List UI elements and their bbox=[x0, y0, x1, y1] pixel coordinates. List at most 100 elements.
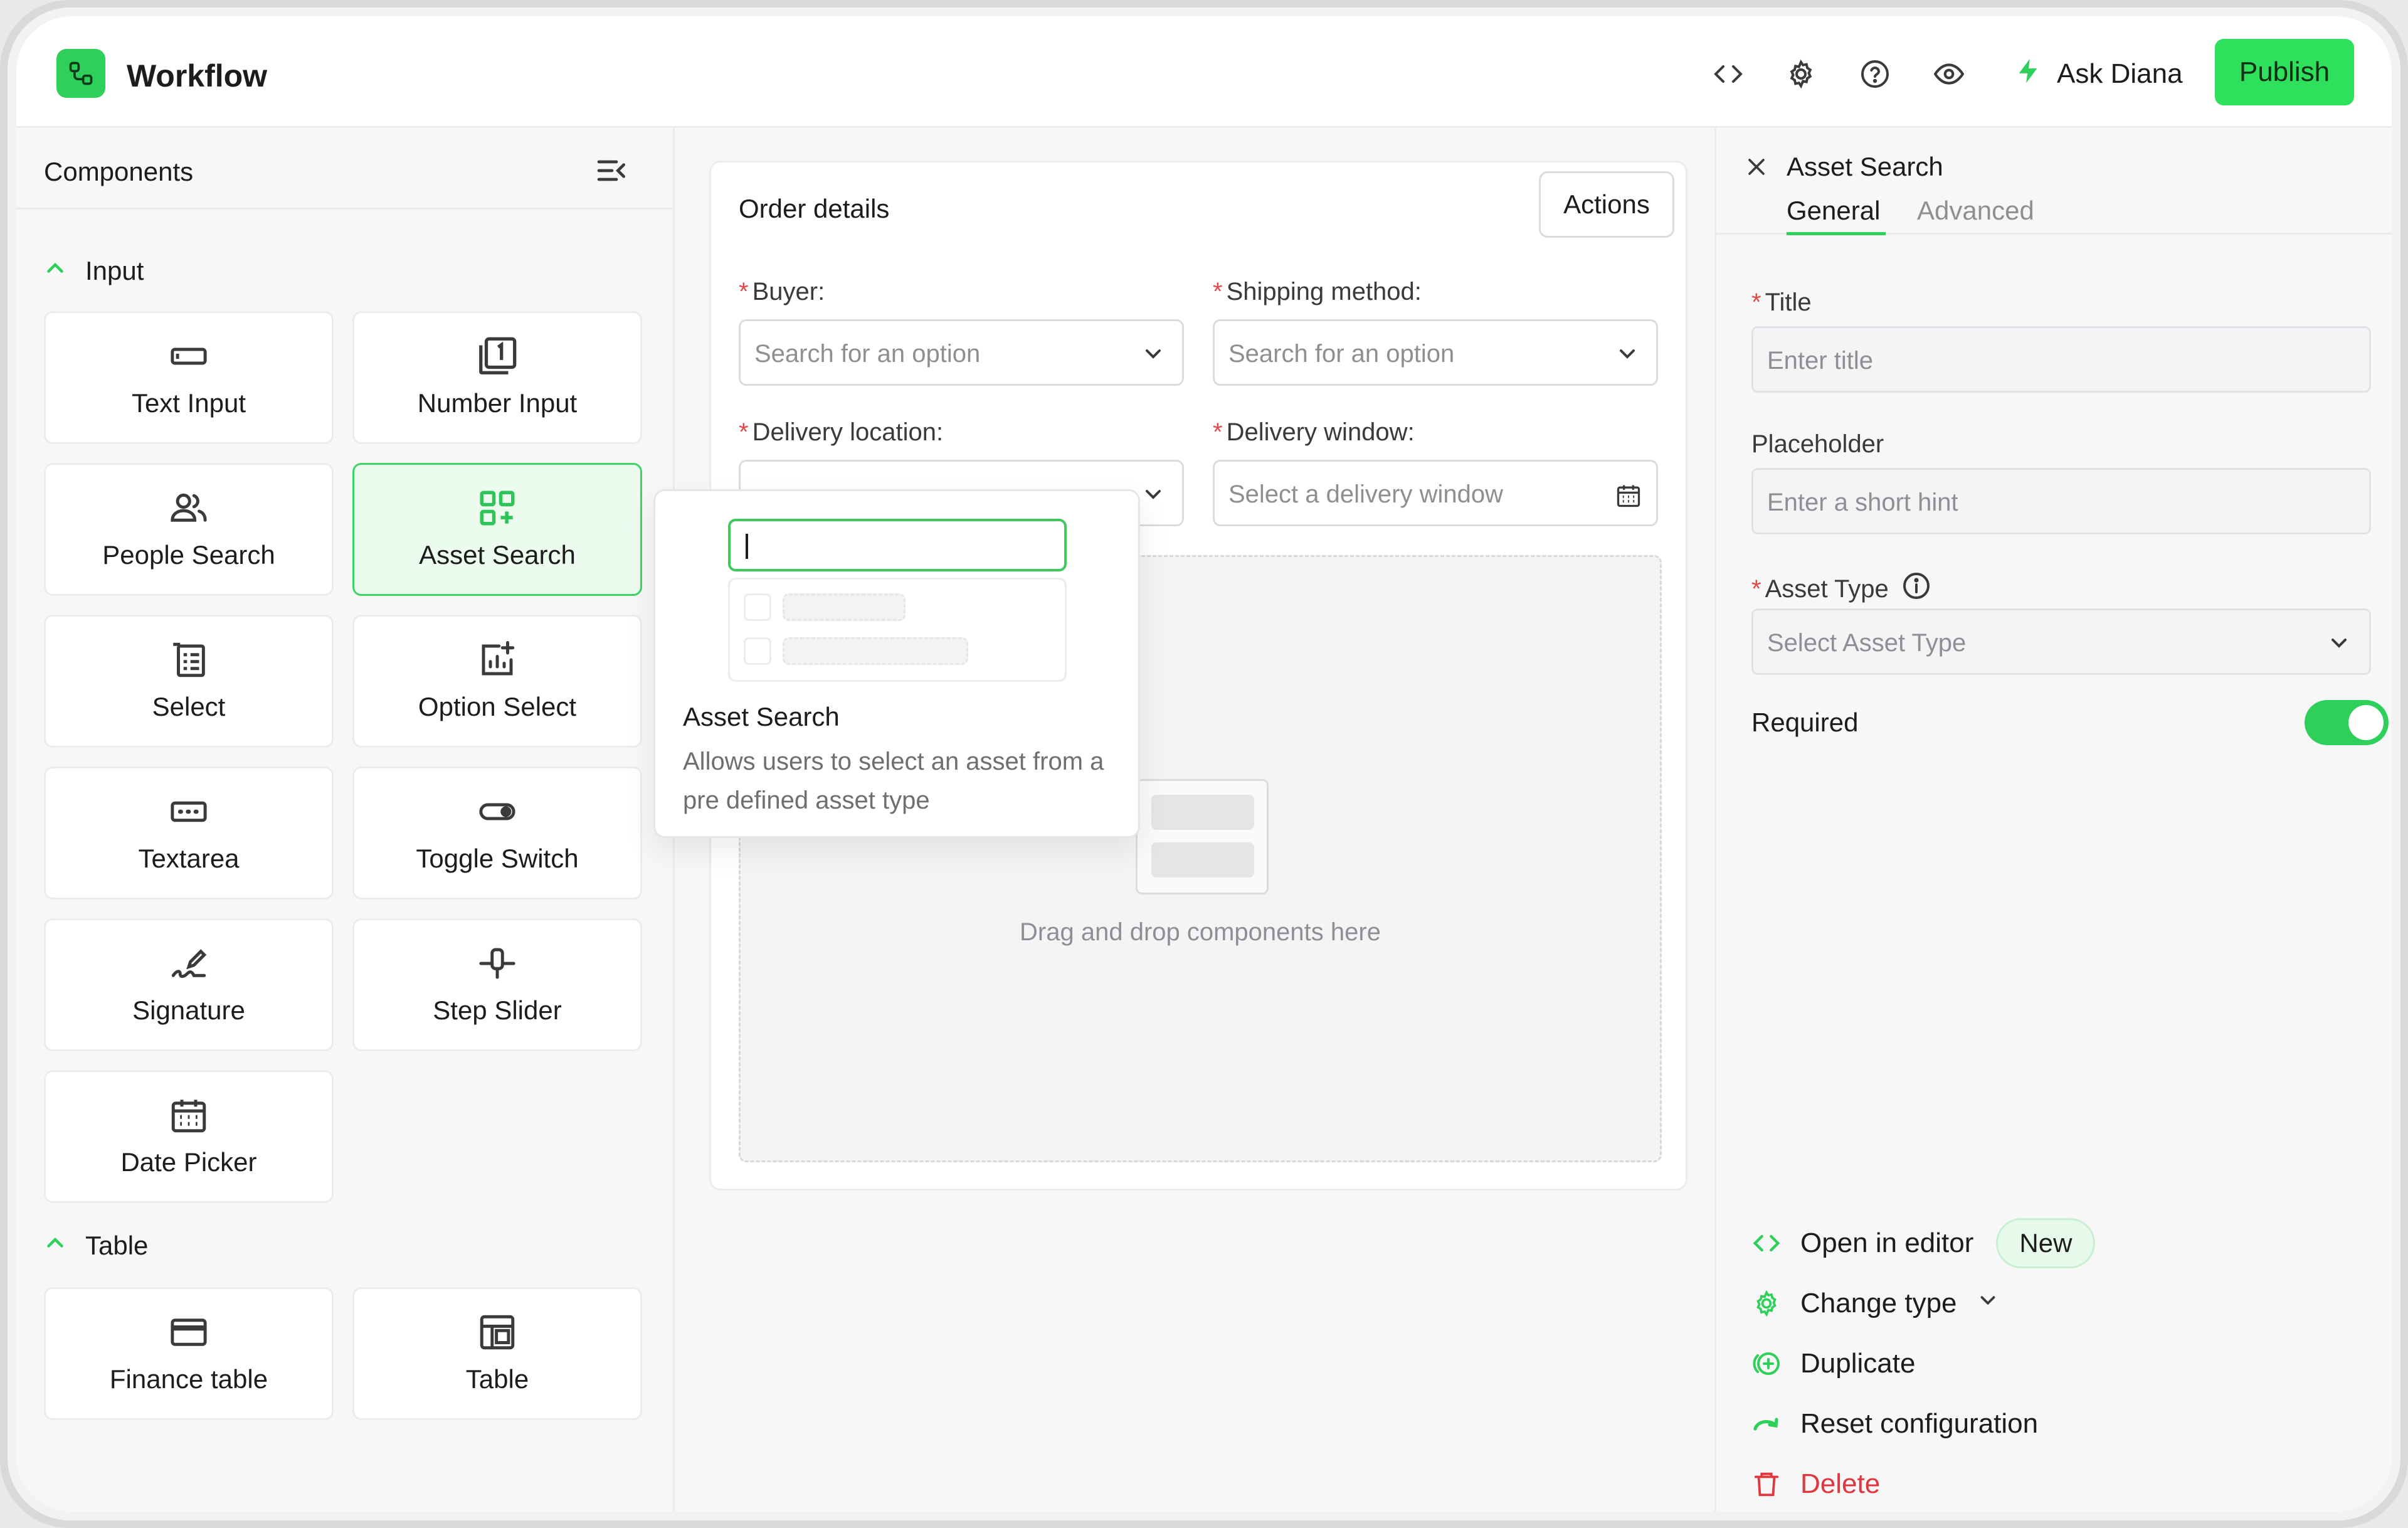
top-header: Workflow Ask Diana Publish bbox=[16, 16, 2392, 128]
component-label: Finance table bbox=[109, 1364, 268, 1394]
component-card-signature[interactable]: Signature bbox=[44, 918, 334, 1051]
components-header: Components bbox=[16, 128, 673, 210]
collapse-panel-icon[interactable] bbox=[594, 153, 630, 188]
app-window: Workflow Ask Diana Publish Components In… bbox=[16, 16, 2392, 1512]
properties-header: Asset Search General Advanced bbox=[1716, 128, 2392, 235]
gear-icon[interactable] bbox=[1783, 56, 1819, 92]
active-tab-indicator bbox=[1787, 232, 1886, 235]
ask-diana-button[interactable]: Ask Diana bbox=[2014, 56, 2183, 92]
component-label: Toggle Switch bbox=[416, 844, 579, 873]
component-card-toggle-switch[interactable]: Toggle Switch bbox=[352, 767, 642, 899]
people-icon bbox=[167, 486, 211, 530]
component-label: Text Input bbox=[131, 388, 246, 418]
delete-label: Delete bbox=[1800, 1468, 1881, 1499]
component-label: Number Input bbox=[417, 388, 578, 418]
placeholder-field-label: Placeholder bbox=[1751, 430, 1884, 458]
component-label: People Search bbox=[102, 540, 275, 570]
chevron-down-icon bbox=[1141, 482, 1166, 507]
help-icon[interactable] bbox=[1857, 56, 1893, 92]
eye-icon[interactable] bbox=[1931, 56, 1967, 92]
tooltip-title: Asset Search bbox=[683, 702, 840, 731]
tab-general[interactable]: General bbox=[1787, 196, 1880, 226]
info-icon[interactable] bbox=[1901, 571, 1931, 607]
component-card-step-slider[interactable]: Step Slider bbox=[352, 918, 642, 1051]
calendar-icon bbox=[167, 1093, 211, 1137]
asset-type-placeholder: Select Asset Type bbox=[1767, 629, 1967, 657]
preview-result-list bbox=[728, 578, 1067, 682]
preview-search-input bbox=[728, 519, 1067, 571]
trash-icon bbox=[1751, 1469, 1782, 1499]
gear-icon bbox=[1751, 1288, 1782, 1318]
component-card-number-input[interactable]: Number Input bbox=[352, 311, 642, 444]
app-title: Workflow bbox=[127, 58, 268, 93]
component-card-date-picker[interactable]: Date Picker bbox=[44, 1070, 334, 1203]
asset-type-select[interactable]: Select Asset Type bbox=[1751, 608, 2371, 675]
section-toggle-input[interactable]: Input bbox=[44, 252, 144, 290]
component-card-select[interactable]: Select bbox=[44, 615, 334, 748]
close-icon[interactable] bbox=[1743, 153, 1770, 181]
open-in-editor-button[interactable]: Open in editor New bbox=[1751, 1218, 2096, 1268]
component-card-textarea[interactable]: Textarea bbox=[44, 767, 334, 899]
component-card-table[interactable]: Table bbox=[352, 1287, 642, 1420]
reset-label: Reset configuration bbox=[1800, 1408, 2039, 1439]
delivery-window-label: * Delivery window: bbox=[1213, 418, 1415, 446]
ask-diana-label: Ask Diana bbox=[2057, 58, 2183, 89]
code-icon[interactable] bbox=[1711, 56, 1746, 92]
component-label: Table bbox=[465, 1364, 529, 1394]
placeholder-input[interactable]: Enter a short hint bbox=[1751, 468, 2371, 534]
duplicate-label: Duplicate bbox=[1800, 1348, 1916, 1379]
lightning-icon bbox=[2014, 55, 2043, 93]
card-icon bbox=[167, 1310, 211, 1354]
chevron-up-icon bbox=[44, 256, 66, 286]
component-card-option-select[interactable]: Option Select bbox=[352, 615, 642, 748]
actions-button[interactable]: Actions bbox=[1539, 171, 1674, 238]
code-icon bbox=[1751, 1228, 1782, 1258]
delivery-window-placeholder: Select a delivery window bbox=[1228, 480, 1503, 508]
component-label: Option Select bbox=[418, 692, 577, 721]
component-label: Signature bbox=[132, 995, 245, 1025]
number-input-icon bbox=[475, 334, 519, 378]
drop-zone-text: Drag and drop components here bbox=[1020, 918, 1381, 946]
reset-configuration-button[interactable]: Reset configuration bbox=[1751, 1404, 2038, 1444]
chevron-up-icon bbox=[44, 1231, 66, 1261]
component-card-asset-search[interactable]: Asset Search bbox=[352, 463, 642, 596]
buyer-select[interactable]: Search for an option bbox=[739, 319, 1184, 386]
component-card-people-search[interactable]: People Search bbox=[44, 463, 334, 596]
component-card-text-input[interactable]: Text Input bbox=[44, 311, 334, 444]
delivery-window-picker[interactable]: Select a delivery window bbox=[1213, 460, 1658, 526]
shipping-method-select[interactable]: Search for an option bbox=[1213, 319, 1658, 386]
component-label: Textarea bbox=[138, 844, 240, 873]
chevron-down-icon bbox=[1141, 341, 1166, 366]
title-placeholder: Enter title bbox=[1767, 347, 1873, 374]
change-type-button[interactable]: Change type bbox=[1751, 1283, 2000, 1324]
publish-button[interactable]: Publish bbox=[2215, 39, 2354, 105]
tab-advanced[interactable]: Advanced bbox=[1917, 196, 2034, 226]
buyer-label: * Buyer: bbox=[739, 278, 825, 305]
placeholder-hint: Enter a short hint bbox=[1767, 489, 1958, 516]
title-field-label: * Title bbox=[1751, 289, 1812, 316]
section-label-table: Table bbox=[85, 1231, 149, 1260]
tooltip-description: Allows users to select an asset from a p… bbox=[683, 748, 1104, 814]
components-panel: Components Input Text Input Number Input bbox=[16, 128, 675, 1512]
asset-grid-icon bbox=[475, 486, 519, 530]
chevron-down-icon bbox=[1976, 1288, 2000, 1319]
new-badge: New bbox=[1996, 1218, 2096, 1268]
open-in-editor-label: Open in editor bbox=[1800, 1228, 1974, 1258]
delete-button[interactable]: Delete bbox=[1751, 1464, 1880, 1504]
asset-type-field-label: * Asset Type bbox=[1751, 571, 1931, 607]
component-label: Step Slider bbox=[433, 995, 562, 1025]
components-title: Components bbox=[44, 157, 194, 186]
redo-arrow-icon bbox=[1751, 1409, 1782, 1439]
drop-placeholder-icon bbox=[1136, 779, 1269, 894]
component-card-finance-table[interactable]: Finance table bbox=[44, 1287, 334, 1420]
required-toggle[interactable] bbox=[2305, 700, 2389, 745]
delivery-location-label: * Delivery location: bbox=[739, 418, 944, 446]
section-toggle-table[interactable]: Table bbox=[44, 1227, 148, 1265]
table-icon bbox=[475, 1310, 519, 1354]
change-type-label: Change type bbox=[1800, 1288, 1957, 1318]
calendar-icon bbox=[1615, 482, 1640, 507]
chevron-down-icon bbox=[2326, 630, 2352, 655]
title-input[interactable]: Enter title bbox=[1751, 326, 2371, 393]
duplicate-button[interactable]: Duplicate bbox=[1751, 1344, 1915, 1384]
workflow-logo-icon bbox=[56, 49, 105, 98]
